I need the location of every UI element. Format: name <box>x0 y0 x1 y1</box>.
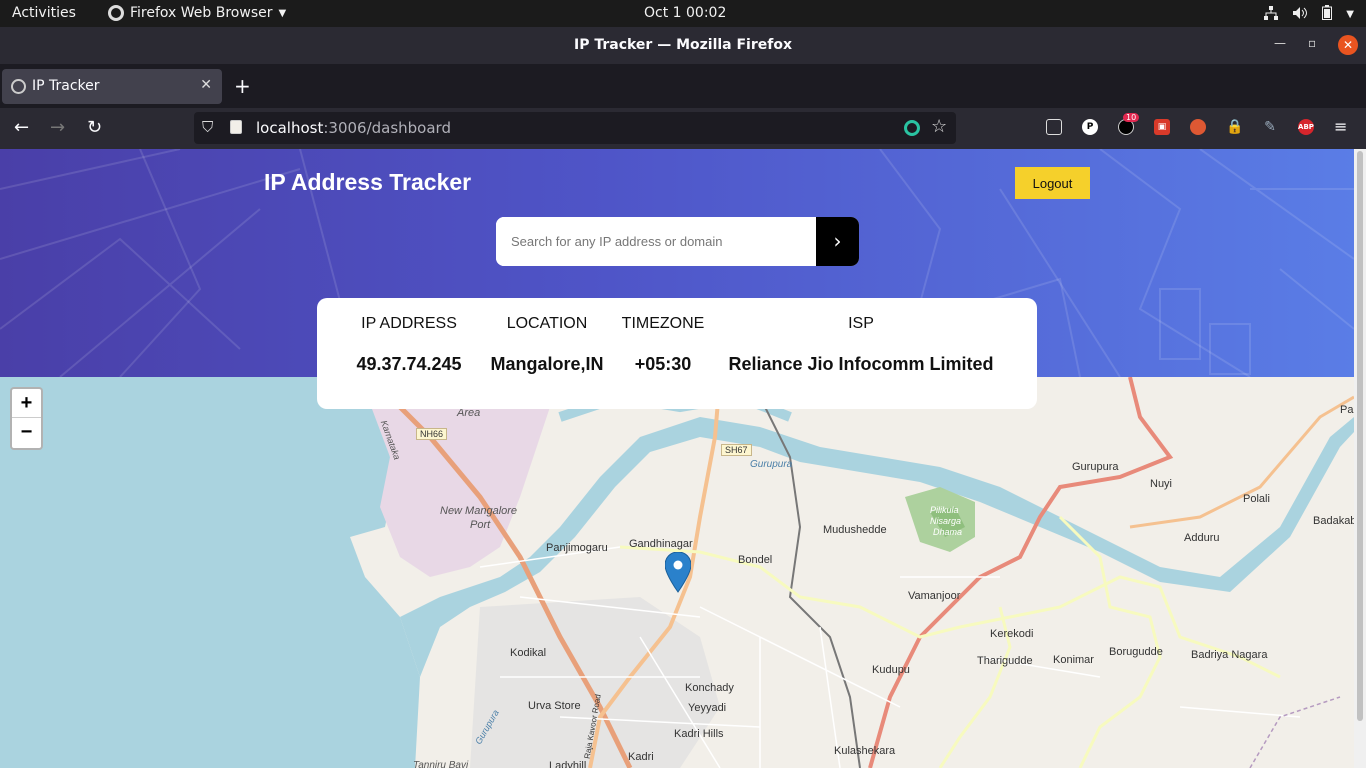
clock[interactable]: Oct 1 00:02 <box>644 5 726 21</box>
p-extension-icon[interactable]: P <box>1082 119 1098 135</box>
network-icon <box>1264 5 1279 24</box>
system-tray[interactable]: ▼ <box>1264 5 1354 24</box>
map-label: Nisarga <box>930 516 962 526</box>
app-menu-label: Firefox Web Browser <box>130 5 273 21</box>
map-label: Bondel <box>738 554 773 566</box>
zoom-out-button[interactable]: − <box>12 418 41 447</box>
map-label: Konimar <box>1053 654 1094 666</box>
timezone-label: TIMEZONE <box>621 315 705 332</box>
bookmark-star-icon[interactable]: ☆ <box>931 116 947 137</box>
map[interactable]: + − Area Karnataka NH66 SH67 Gurupura Ne… <box>0 377 1354 768</box>
map-label: Kerekodi <box>990 628 1034 640</box>
minimize-icon[interactable]: — <box>1274 36 1286 50</box>
map-label: New Mangalore <box>440 505 518 517</box>
page-content: IP Address Tracker Logout › <box>0 149 1354 768</box>
map-label: Port <box>470 519 491 531</box>
isp-value: Reliance Jio Infocomm Limited <box>728 354 994 374</box>
map-label: Gandhinagar <box>629 538 693 550</box>
tab-favicon-icon <box>11 79 26 94</box>
map-label: Nuyi <box>1150 478 1173 490</box>
map-label: Kodikal <box>510 647 547 659</box>
timezone-value: +05:30 <box>634 354 692 374</box>
extension-badge-count: 10 <box>1123 113 1140 122</box>
new-tab-icon[interactable]: + <box>234 74 251 98</box>
map-label: Gurupura <box>1072 461 1119 473</box>
map-label: Polali <box>1243 493 1270 505</box>
map-label: Kadri <box>628 751 654 763</box>
battery-icon <box>1322 5 1333 24</box>
map-label: Kulashekara <box>834 745 896 757</box>
ip-address-value: 49.37.74.245 <box>356 354 462 374</box>
app-title: IP Address Tracker <box>264 169 472 195</box>
tracking-protection-icon[interactable]: ⛉ <box>202 118 213 136</box>
map-label: Kudupu <box>872 664 910 676</box>
extension-record-icon[interactable] <box>904 120 920 136</box>
system-top-bar: Activities Firefox Web Browser ▼ Oct 1 0… <box>0 0 1366 27</box>
map-label: Vamanjoor <box>908 590 961 602</box>
map-label: Gurupura <box>750 459 793 470</box>
back-icon[interactable]: ← <box>14 117 29 138</box>
pocket-icon[interactable] <box>1046 119 1062 135</box>
tab-label: IP Tracker <box>32 78 100 94</box>
map-label: Badakab <box>1313 515 1354 527</box>
adblock-plus-icon[interactable]: ABP <box>1298 119 1314 135</box>
volume-icon <box>1292 6 1308 24</box>
eyedropper-icon[interactable]: ✎ <box>1262 119 1278 135</box>
activities-button[interactable]: Activities <box>12 5 76 21</box>
map-label: Mudushedde <box>823 524 887 536</box>
map-label: Adduru <box>1184 532 1220 544</box>
scrollbar-thumb[interactable] <box>1357 151 1363 721</box>
map-label: Dhama <box>933 527 963 537</box>
page-info-icon[interactable] <box>230 120 242 134</box>
close-icon[interactable]: ✕ <box>1338 35 1358 55</box>
map-label: Badriya Nagara <box>1191 649 1268 661</box>
reload-icon[interactable]: ↻ <box>87 117 102 138</box>
chevron-down-icon: ▼ <box>1346 9 1354 20</box>
url-bar[interactable]: ⛉ localhost:3006/dashboard ☆ <box>194 112 956 144</box>
map-label: Panjimogaru <box>546 542 608 554</box>
map-label: Tharigudde <box>977 655 1033 667</box>
ip-info-card: IP ADDRESS 49.37.74.245 LOCATION Mangalo… <box>317 298 1037 409</box>
maximize-icon[interactable]: ▫ <box>1308 36 1316 50</box>
isp-label: ISP <box>848 315 874 332</box>
map-label: Pal <box>1340 404 1354 416</box>
map-label: Kadri Hills <box>674 728 724 740</box>
map-label: Pilikula <box>930 505 959 515</box>
tab-close-icon[interactable]: ✕ <box>200 77 212 93</box>
map-label: Konchady <box>685 682 734 694</box>
search-submit-button[interactable]: › <box>816 217 859 266</box>
navigation-bar: ← → ↻ ⛉ localhost:3006/dashboard ☆ P 10 … <box>0 108 1366 149</box>
search-bar: › <box>496 217 859 266</box>
forward-icon[interactable]: → <box>50 117 65 138</box>
tab-strip: IP Tracker ✕ + <box>0 64 1366 108</box>
lock-extension-icon[interactable]: 🔒 <box>1226 119 1243 135</box>
location-value: Mangalore,IN <box>490 354 604 374</box>
chevron-down-icon: ▼ <box>278 7 287 19</box>
highway-shield: SH67 <box>721 444 752 456</box>
map-label: Yeyyadi <box>688 702 727 714</box>
firefox-icon <box>108 5 124 21</box>
window-title-bar: IP Tracker — Mozilla Firefox — ▫ ✕ <box>0 27 1366 64</box>
location-label: LOCATION <box>506 315 588 332</box>
location-marker-icon[interactable] <box>664 551 692 598</box>
zoom-in-button[interactable]: + <box>12 389 41 418</box>
highway-shield: NH66 <box>416 428 448 440</box>
url-text[interactable]: localhost:3006/dashboard <box>256 119 451 137</box>
map-label: Urva Store <box>528 700 581 712</box>
map-label: Ladyhill <box>549 760 587 768</box>
tab-ip-tracker[interactable]: IP Tracker ✕ <box>2 69 222 104</box>
ip-address-label: IP ADDRESS <box>361 315 457 332</box>
hamburger-menu-icon[interactable]: ≡ <box>1334 117 1347 136</box>
duckduckgo-icon[interactable] <box>1190 119 1206 135</box>
window-title: IP Tracker — Mozilla Firefox <box>573 37 792 53</box>
map-label: Borugudde <box>1109 646 1163 658</box>
logout-button[interactable]: Logout <box>1015 167 1090 199</box>
search-input[interactable] <box>496 217 816 266</box>
zoom-control: + − <box>10 387 43 450</box>
red-extension-icon[interactable]: ▣ <box>1154 119 1170 135</box>
page-scrollbar[interactable] <box>1354 149 1366 768</box>
map-label: Tanniru Bavi <box>413 760 469 768</box>
chevron-right-icon: › <box>833 229 842 253</box>
app-menu[interactable]: Firefox Web Browser ▼ <box>108 5 286 21</box>
